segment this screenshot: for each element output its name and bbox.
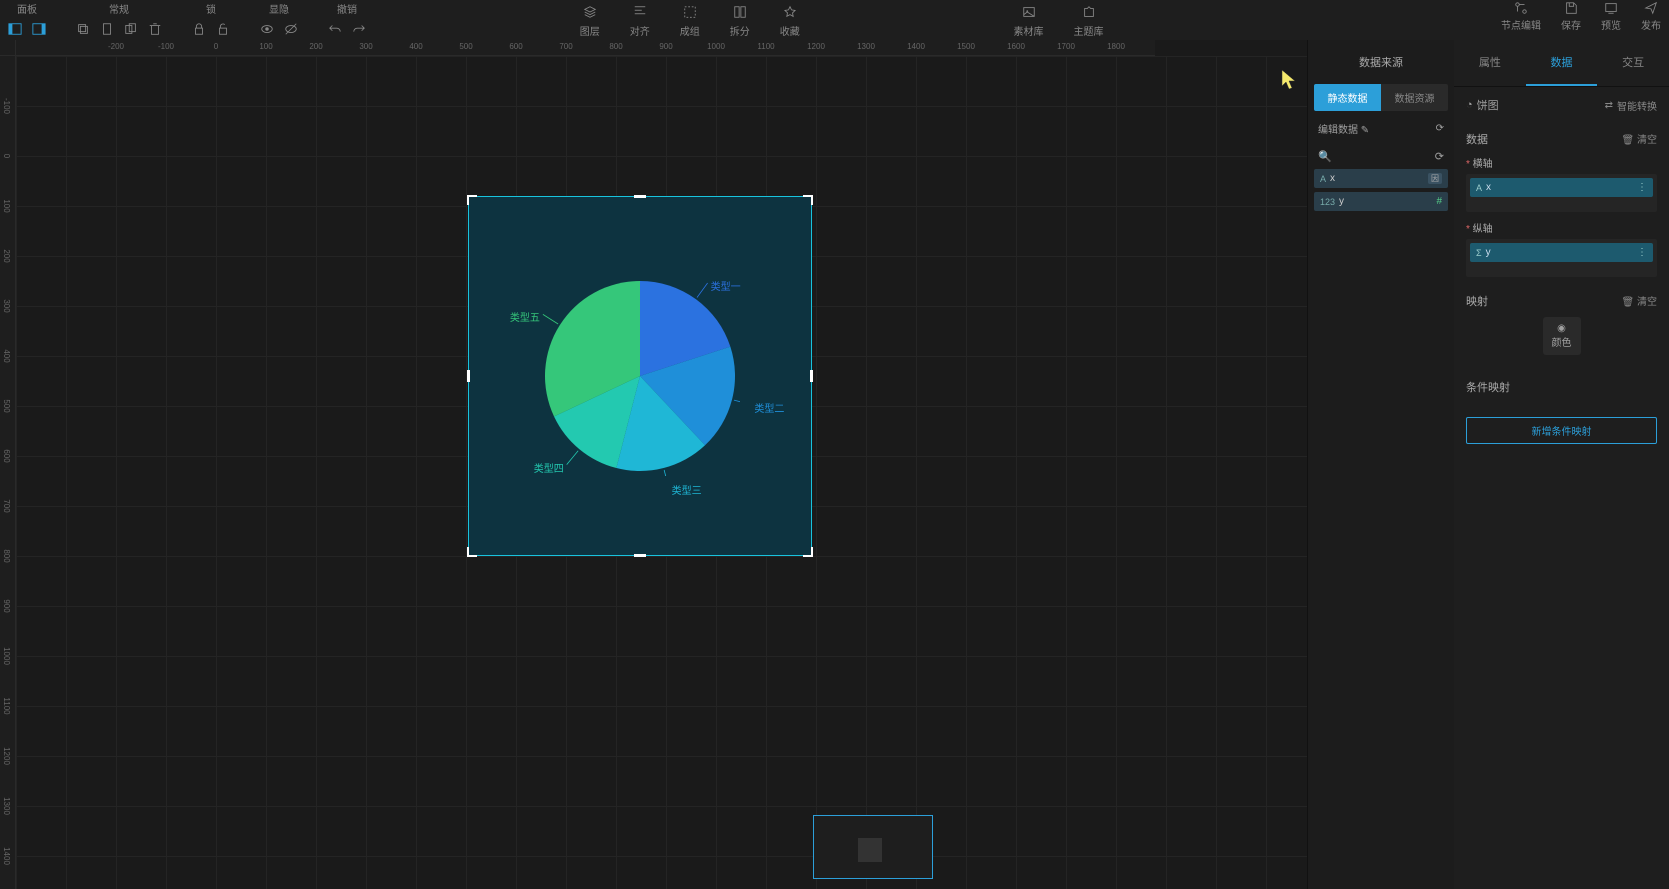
tab-data[interactable]: 数据: [1526, 40, 1598, 86]
y-axis-pill[interactable]: Σ y ⋮: [1470, 243, 1653, 262]
lock-icon[interactable]: [192, 22, 206, 36]
field-type-text-icon: 因: [1428, 173, 1442, 184]
pill-more-icon[interactable]: ⋮: [1637, 182, 1647, 193]
split-icon[interactable]: [733, 5, 747, 19]
properties-column: 属性 数据 交互 ◔ 饼图 ⇄ 智能转换 数据 🗑 清空 横轴: [1454, 40, 1669, 889]
edit-data-button[interactable]: 编辑数据 ✎: [1318, 121, 1369, 136]
data-section-label: 数据: [1466, 131, 1488, 147]
group-label-theme: 主题库: [1074, 23, 1104, 38]
color-mapping-button[interactable]: ◉ 颜色: [1543, 317, 1581, 355]
x-axis-pill[interactable]: A x ⋮: [1470, 178, 1653, 197]
y-axis-dropzone[interactable]: Σ y ⋮: [1466, 239, 1657, 277]
hide-icon[interactable]: [284, 22, 298, 36]
group-label-undo: 撤销: [337, 1, 357, 16]
tab-dynamic-data[interactable]: 数据资源: [1381, 84, 1448, 111]
group-label-align: 对齐: [630, 23, 650, 38]
pill-more-icon[interactable]: ⋮: [1637, 247, 1647, 258]
ruler-horizontal: -200-10001002003004005006007008009001000…: [16, 40, 1155, 56]
canvas[interactable]: 类型一类型二类型三 类型四 类型五: [16, 56, 1307, 889]
minimap-viewport: [858, 838, 882, 862]
minimap[interactable]: [813, 815, 933, 879]
tab-static-data[interactable]: 静态数据: [1314, 84, 1381, 111]
align-icon[interactable]: [633, 5, 647, 19]
chart-type-label: 饼图: [1477, 97, 1499, 113]
pie-chart-type-icon: ◔: [1466, 99, 1473, 111]
duplicate-icon[interactable]: [124, 22, 138, 36]
search-fields-icon[interactable]: 🔍: [1318, 150, 1332, 163]
tab-interact[interactable]: 交互: [1597, 40, 1669, 86]
pie-slice-label: 类型三: [672, 482, 702, 497]
resize-handle-r[interactable]: [810, 370, 813, 382]
group-label-favorite: 收藏: [780, 23, 800, 38]
show-icon[interactable]: [260, 22, 274, 36]
tab-attributes[interactable]: 属性: [1454, 40, 1526, 86]
assets-icon[interactable]: [1022, 5, 1036, 19]
group-label-split: 拆分: [730, 23, 750, 38]
panel-right-icon[interactable]: [32, 22, 46, 36]
data-source-column: 数据来源 静态数据 数据资源 编辑数据 ✎ ⟳ 🔍 ⟳ A x 因 123 y: [1308, 40, 1454, 889]
publish-button[interactable]: 发布: [1641, 1, 1661, 32]
data-source-header: 数据来源: [1308, 40, 1454, 84]
resize-handle-br[interactable]: [803, 547, 813, 557]
field-type-number-icon: #: [1436, 196, 1442, 207]
resize-handle-b[interactable]: [634, 554, 646, 557]
field-y[interactable]: 123 y #: [1314, 192, 1448, 211]
pie-slice-label: 类型一: [711, 278, 741, 293]
pie-slice-label: 类型二: [754, 400, 784, 415]
color-wheel-icon: ◉: [1557, 323, 1566, 334]
add-condition-mapping-button[interactable]: 新增条件映射: [1466, 417, 1657, 444]
top-toolbar: 面板 常规 锁 显隐 撤销: [0, 0, 1669, 40]
cursor-pointer-icon: [1278, 68, 1298, 92]
panel-left-icon[interactable]: [8, 22, 22, 36]
unlock-icon[interactable]: [216, 22, 230, 36]
y-axis-label: 纵轴: [1466, 220, 1657, 235]
right-panel: 数据来源 静态数据 数据资源 编辑数据 ✎ ⟳ 🔍 ⟳ A x 因 123 y: [1307, 40, 1669, 889]
clear-data-button[interactable]: 🗑 清空: [1622, 131, 1657, 147]
theme-icon[interactable]: [1082, 5, 1096, 19]
resize-handle-tl[interactable]: [467, 195, 477, 205]
ruler-corner: [0, 40, 16, 56]
group-label-showhide: 显隐: [269, 1, 289, 16]
copy-icon[interactable]: [76, 22, 90, 36]
refresh-data-icon[interactable]: ⟳: [1436, 123, 1444, 134]
pie-chart-widget[interactable]: 类型一类型二类型三 类型四 类型五: [468, 196, 812, 556]
pie-chart-svg: [540, 276, 740, 476]
mapping-section-label: 映射: [1466, 293, 1488, 309]
ruler-vertical: -100010020030040050060070080090010001100…: [0, 56, 16, 889]
group-label-panel: 面板: [17, 1, 37, 16]
resize-handle-tr[interactable]: [803, 195, 813, 205]
refresh-fields-icon[interactable]: ⟳: [1435, 150, 1444, 163]
resize-handle-t[interactable]: [634, 195, 646, 198]
group-label-assets: 素材库: [1014, 23, 1044, 38]
group-label-layer: 图层: [580, 23, 600, 38]
node-edit-button[interactable]: 节点编辑: [1501, 1, 1541, 32]
cond-mapping-label: 条件映射: [1466, 379, 1510, 395]
pie-slice-label: 类型五: [510, 309, 540, 324]
x-axis-dropzone[interactable]: A x ⋮: [1466, 174, 1657, 212]
pie-slice-label: 类型四: [534, 460, 564, 475]
resize-handle-l[interactable]: [467, 370, 470, 382]
paste-icon[interactable]: [100, 22, 114, 36]
group-icon[interactable]: [683, 5, 697, 19]
clear-mapping-button[interactable]: 🗑 清空: [1622, 293, 1657, 309]
group-label-group: 成组: [680, 23, 700, 38]
preview-button[interactable]: 预览: [1601, 1, 1621, 32]
smart-switch-button[interactable]: ⇄ 智能转换: [1605, 98, 1657, 113]
redo-icon[interactable]: [352, 22, 366, 36]
field-x[interactable]: A x 因: [1314, 169, 1448, 188]
swap-icon: ⇄: [1605, 100, 1613, 111]
group-label-lock: 锁: [206, 1, 216, 16]
layer-dropdown-icon[interactable]: [583, 5, 597, 19]
save-button[interactable]: 保存: [1561, 1, 1581, 32]
undo-icon[interactable]: [328, 22, 342, 36]
group-label-normal: 常规: [109, 1, 129, 16]
resize-handle-bl[interactable]: [467, 547, 477, 557]
x-axis-label: 横轴: [1466, 155, 1657, 170]
favorite-icon[interactable]: [783, 5, 797, 19]
delete-icon[interactable]: [148, 22, 162, 36]
